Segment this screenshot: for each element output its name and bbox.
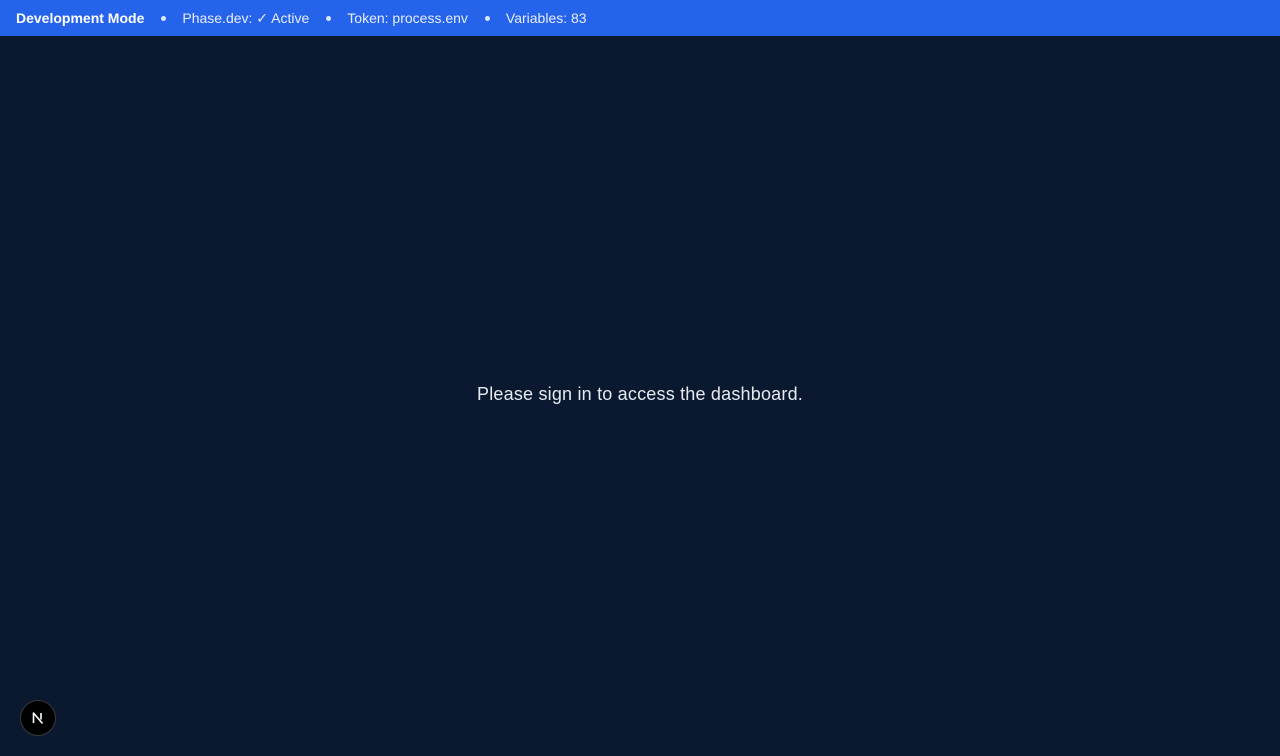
separator-dot <box>326 15 332 21</box>
main-content: Please sign in to access the dashboard. <box>0 36 1280 756</box>
variables-count-label: Variables: 83 <box>505 10 587 26</box>
development-mode-label: Development Mode <box>16 10 145 26</box>
dev-mode-banner: Development Mode Phase.dev: ✓ Active Tok… <box>0 0 1280 36</box>
nextjs-logo-icon <box>32 712 44 725</box>
separator-dot <box>484 15 490 21</box>
phase-status-label: Phase.dev: ✓ Active <box>182 9 310 26</box>
separator-dot <box>161 15 167 21</box>
nextjs-dev-tools-button[interactable] <box>20 700 56 736</box>
sign-in-message: Please sign in to access the dashboard. <box>477 384 803 404</box>
token-source-label: Token: process.env <box>347 10 468 26</box>
